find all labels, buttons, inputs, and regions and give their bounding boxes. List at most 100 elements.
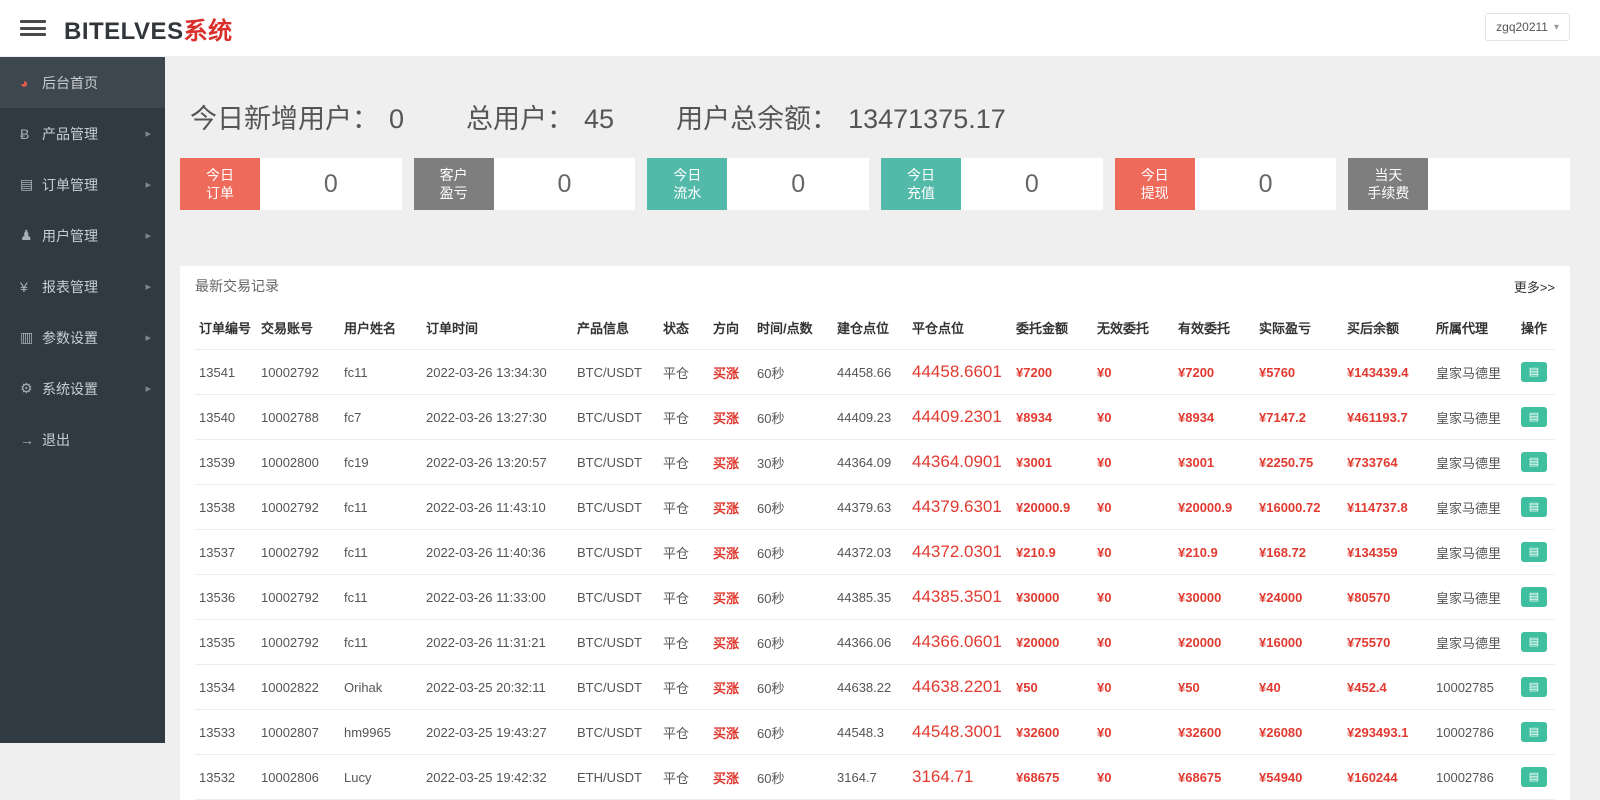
view-order-button[interactable]: ▤ bbox=[1521, 452, 1547, 472]
cell-agent: 10002785 bbox=[1432, 665, 1517, 710]
sidebar-item-3[interactable]: ♟用户管理▸ bbox=[0, 210, 165, 261]
cell-valid: ¥32600 bbox=[1174, 710, 1255, 755]
stat-card-4: 今日提现0 bbox=[1115, 158, 1337, 210]
cell-status: 平仓 bbox=[659, 440, 709, 485]
cell-direction: 买涨 bbox=[709, 710, 753, 755]
cell-duration: 60秒 bbox=[753, 575, 833, 620]
cell-agent: 皇家马德里 bbox=[1432, 575, 1517, 620]
sidebar-item-2[interactable]: ▤订单管理▸ bbox=[0, 159, 165, 210]
stat-card-badge: 当天手续费 bbox=[1348, 158, 1428, 210]
cell-balance: ¥461193.7 bbox=[1343, 395, 1432, 440]
stat-card-value: 0 bbox=[260, 158, 402, 210]
cell-time: 2022-03-25 19:43:27 bbox=[422, 710, 573, 755]
cell-close: 44409.2301 bbox=[908, 395, 1012, 440]
stat-label: 用户总余额： bbox=[676, 97, 838, 136]
cell-order-id: 13534 bbox=[195, 665, 257, 710]
cell-name: hm9965 bbox=[340, 710, 422, 755]
cell-product: BTC/USDT bbox=[573, 440, 659, 485]
sidebar-item-0[interactable]: ◕后台首页 bbox=[0, 57, 165, 108]
settings-icon: ⚙ bbox=[20, 380, 42, 397]
cell-actions: ▤ bbox=[1517, 755, 1555, 800]
stat-value: 13471375.17 bbox=[848, 104, 1006, 135]
cell-account: 10002792 bbox=[257, 350, 340, 395]
cell-account: 10002792 bbox=[257, 530, 340, 575]
sidebar-item-7[interactable]: →退出 bbox=[0, 414, 165, 465]
cell-duration: 60秒 bbox=[753, 665, 833, 710]
cell-duration: 60秒 bbox=[753, 710, 833, 755]
col-header-11: 无效委托 bbox=[1093, 306, 1174, 350]
more-link[interactable]: 更多>> bbox=[1514, 277, 1555, 296]
col-header-12: 有效委托 bbox=[1174, 306, 1255, 350]
cell-agent: 皇家马德里 bbox=[1432, 395, 1517, 440]
report-icon: ¥ bbox=[20, 279, 42, 295]
cell-open: 44548.3 bbox=[833, 710, 908, 755]
topbar: BITELVES系统 zgq20211 ▾ bbox=[0, 0, 1600, 57]
stat-card-2: 今日流水0 bbox=[647, 158, 869, 210]
cell-direction: 买涨 bbox=[709, 350, 753, 395]
menu-icon[interactable] bbox=[20, 18, 46, 38]
stat-card-badge: 今日流水 bbox=[647, 158, 727, 210]
table-row: 1353810002792fc112022-03-26 11:43:10BTC/… bbox=[195, 485, 1555, 530]
cell-account: 10002788 bbox=[257, 395, 340, 440]
cell-open: 44372.03 bbox=[833, 530, 908, 575]
view-order-button[interactable]: ▤ bbox=[1521, 362, 1547, 382]
stat-card-value: 0 bbox=[494, 158, 636, 210]
cell-product: ETH/USDT bbox=[573, 755, 659, 800]
sidebar-item-label: 报表管理 bbox=[42, 277, 145, 297]
cell-actions: ▤ bbox=[1517, 530, 1555, 575]
cell-close: 44366.0601 bbox=[908, 620, 1012, 665]
cell-direction: 买涨 bbox=[709, 620, 753, 665]
col-header-6: 方向 bbox=[709, 306, 753, 350]
cell-duration: 60秒 bbox=[753, 530, 833, 575]
brand-name: BITELVES bbox=[64, 18, 184, 45]
sidebar-item-4[interactable]: ¥报表管理▸ bbox=[0, 261, 165, 312]
cell-open: 44638.22 bbox=[833, 665, 908, 710]
cell-balance: ¥80570 bbox=[1343, 575, 1432, 620]
cell-close: 3164.71 bbox=[908, 755, 1012, 800]
view-order-button[interactable]: ▤ bbox=[1521, 407, 1547, 427]
view-order-button[interactable]: ▤ bbox=[1521, 497, 1547, 517]
panel-title: 最新交易记录 bbox=[195, 276, 279, 296]
cell-agent: 皇家马德里 bbox=[1432, 440, 1517, 485]
cell-order-id: 13541 bbox=[195, 350, 257, 395]
table-row: 1353210002806Lucy2022-03-25 19:42:32ETH/… bbox=[195, 755, 1555, 800]
view-order-button[interactable]: ▤ bbox=[1521, 767, 1547, 787]
cell-direction: 买涨 bbox=[709, 665, 753, 710]
sidebar-item-6[interactable]: ⚙系统设置▸ bbox=[0, 363, 165, 414]
cell-time: 2022-03-25 19:42:32 bbox=[422, 755, 573, 800]
summary-stat-2: 用户总余额： 13471375.17 bbox=[676, 97, 1006, 136]
cell-invalid: ¥0 bbox=[1093, 530, 1174, 575]
view-order-button[interactable]: ▤ bbox=[1521, 632, 1547, 652]
chevron-right-icon: ▸ bbox=[145, 382, 151, 395]
cell-product: BTC/USDT bbox=[573, 710, 659, 755]
view-order-button[interactable]: ▤ bbox=[1521, 722, 1547, 742]
chevron-right-icon: ▸ bbox=[145, 178, 151, 191]
stat-card-3: 今日充值0 bbox=[881, 158, 1103, 210]
cell-order-id: 13533 bbox=[195, 710, 257, 755]
table-header: 订单编号交易账号用户姓名订单时间产品信息状态方向时间/点数建仓点位平仓点位委托金… bbox=[195, 306, 1555, 350]
cell-account: 10002792 bbox=[257, 575, 340, 620]
stat-label: 今日新增用户： bbox=[190, 97, 379, 136]
stat-card-value: 0 bbox=[727, 158, 869, 210]
latest-trades-panel: 最新交易记录 更多>> 订单编号交易账号用户姓名订单时间产品信息状态方向时间/点… bbox=[180, 266, 1570, 800]
view-order-button[interactable]: ▤ bbox=[1521, 677, 1547, 697]
sidebar-item-5[interactable]: ▥参数设置▸ bbox=[0, 312, 165, 363]
detail-icon: ▤ bbox=[1529, 632, 1539, 652]
detail-icon: ▤ bbox=[1529, 767, 1539, 787]
cell-profit: ¥26080 bbox=[1255, 710, 1343, 755]
stat-card-badge: 今日订单 bbox=[180, 158, 260, 210]
col-header-1: 交易账号 bbox=[257, 306, 340, 350]
sidebar-item-1[interactable]: Ƀ产品管理▸ bbox=[0, 108, 165, 159]
cell-name: fc19 bbox=[340, 440, 422, 485]
view-order-button[interactable]: ▤ bbox=[1521, 542, 1547, 562]
cell-duration: 60秒 bbox=[753, 620, 833, 665]
chevron-right-icon: ▸ bbox=[145, 229, 151, 242]
user-dropdown[interactable]: zgq20211 ▾ bbox=[1485, 13, 1570, 41]
table-row: 1353510002792fc112022-03-26 11:31:21BTC/… bbox=[195, 620, 1555, 665]
cell-product: BTC/USDT bbox=[573, 350, 659, 395]
cell-duration: 30秒 bbox=[753, 440, 833, 485]
cell-profit: ¥16000 bbox=[1255, 620, 1343, 665]
cell-amount: ¥20000.9 bbox=[1012, 485, 1093, 530]
cell-actions: ▤ bbox=[1517, 440, 1555, 485]
view-order-button[interactable]: ▤ bbox=[1521, 587, 1547, 607]
